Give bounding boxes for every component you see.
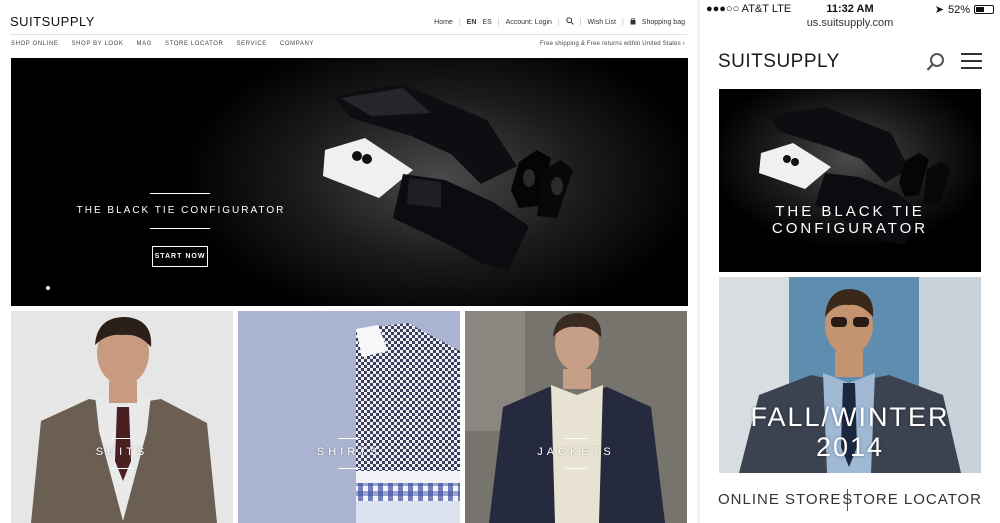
address-bar[interactable]: us.suitsupply.com [700,17,1000,29]
carousel-dot[interactable] [46,286,50,290]
hero-banner[interactable]: THE BLACK TIE CONFIGURATOR START NOW [11,58,688,306]
divider: | [557,18,560,26]
battery-level [976,7,984,12]
lang-es-link[interactable]: ES [482,19,491,26]
nav-company[interactable]: COMPANY [280,41,314,47]
search-icon[interactable] [566,17,574,27]
shirts-stack-image [356,323,460,523]
mobile-footer-links: ONLINE STORE STORE LOCATOR [718,489,982,511]
category-tile-suits[interactable]: SUITS [11,311,233,523]
tile-rule-bottom [565,468,587,469]
mobile-view: ●●●○○ AT&T LTE 11:32 AM ➤ 52% us.suitsup… [700,0,1000,523]
main-nav: SHOP ONLINE SHOP BY LOOK MAG STORE LOCAT… [11,41,314,47]
bag-icon [630,16,636,27]
desktop-view: SUITSUPPLY Home | EN ES | Account: Login… [0,0,697,523]
tile-label-shirts: SHIRTS [316,446,382,458]
nav-service[interactable]: SERVICE [236,41,266,47]
nav-shop-online[interactable]: SHOP ONLINE [11,41,59,47]
battery-status: ➤ 52% [935,3,994,16]
category-tile-jackets[interactable]: JACKETS [465,311,687,523]
mobile-hero-title: THE BLACK TIE CONFIGURATOR [719,203,981,237]
divider: | [579,18,582,26]
category-tile-shirts[interactable]: SHIRTS [238,311,460,523]
mobile-hero-title-line1: THE BLACK TIE [775,203,925,220]
arrow-right-icon: › [682,41,685,47]
online-store-link[interactable]: ONLINE STORE [718,491,841,508]
fall-winter-title: FALL/WINTER 2014 [719,402,981,462]
shopping-bag-link[interactable]: Shopping bag [642,19,685,26]
utility-bar: Home | EN ES | Account: Login | | Wish L… [434,16,685,27]
tile-rule-bottom [111,468,133,469]
nav-store-locator[interactable]: STORE LOCATOR [165,41,223,47]
nav-mag[interactable]: MAG [137,41,152,47]
tile-rule-top [338,438,360,439]
fall-winter-banner[interactable]: FALL/WINTER 2014 [719,277,981,473]
mobile-hero-banner[interactable]: THE BLACK TIE CONFIGURATOR [719,89,981,272]
tile-label-suits: SUITS [95,446,149,458]
tuxedo-flatlay-image [759,107,951,245]
mobile-site-logo[interactable]: SUITSUPPLY [718,51,840,73]
shipping-notice-text: Free shipping & Free returns within Unit… [540,41,681,47]
tile-rule-top [565,438,587,439]
suits-model-image [31,317,217,523]
tuxedo-flatlay-image [323,84,573,270]
divider: | [458,18,461,26]
fall-winter-line1: FALL/WINTER [750,402,950,432]
status-bar: ●●●○○ AT&T LTE 11:32 AM ➤ 52% [700,0,1000,18]
home-link[interactable]: Home [434,19,453,26]
battery-percent: 52% [947,3,970,16]
nav-shop-by-look[interactable]: SHOP BY LOOK [72,41,124,47]
tile-rule-top [111,438,133,439]
account-login-link[interactable]: Account: Login [506,19,552,26]
shipping-notice[interactable]: Free shipping & Free returns within Unit… [540,41,685,47]
store-locator-link[interactable]: STORE LOCATOR [842,491,982,508]
divider: | [497,18,500,26]
search-icon[interactable] [926,52,946,72]
hero-rule-bottom [150,228,210,229]
location-arrow-icon: ➤ [934,4,944,16]
fall-winter-line2: 2014 [815,432,885,462]
hero-rule-top [150,193,210,194]
header-rule [10,34,687,35]
divider: | [621,18,624,26]
site-logo[interactable]: SUITSUPPLY [10,14,95,29]
hero-title: THE BLACK TIE CONFIGURATOR [76,205,286,216]
wishlist-link[interactable]: Wish List [588,19,616,26]
hamburger-menu-icon[interactable] [961,53,982,70]
battery-icon [974,5,994,14]
tile-label-jackets: JACKETS [537,446,615,458]
jackets-model-image [465,311,687,523]
mobile-hero-title-line2: CONFIGURATOR [771,220,929,237]
tile-rule-bottom [338,468,360,469]
start-now-button[interactable]: START NOW [152,246,208,267]
lang-en-link[interactable]: EN [467,19,477,26]
